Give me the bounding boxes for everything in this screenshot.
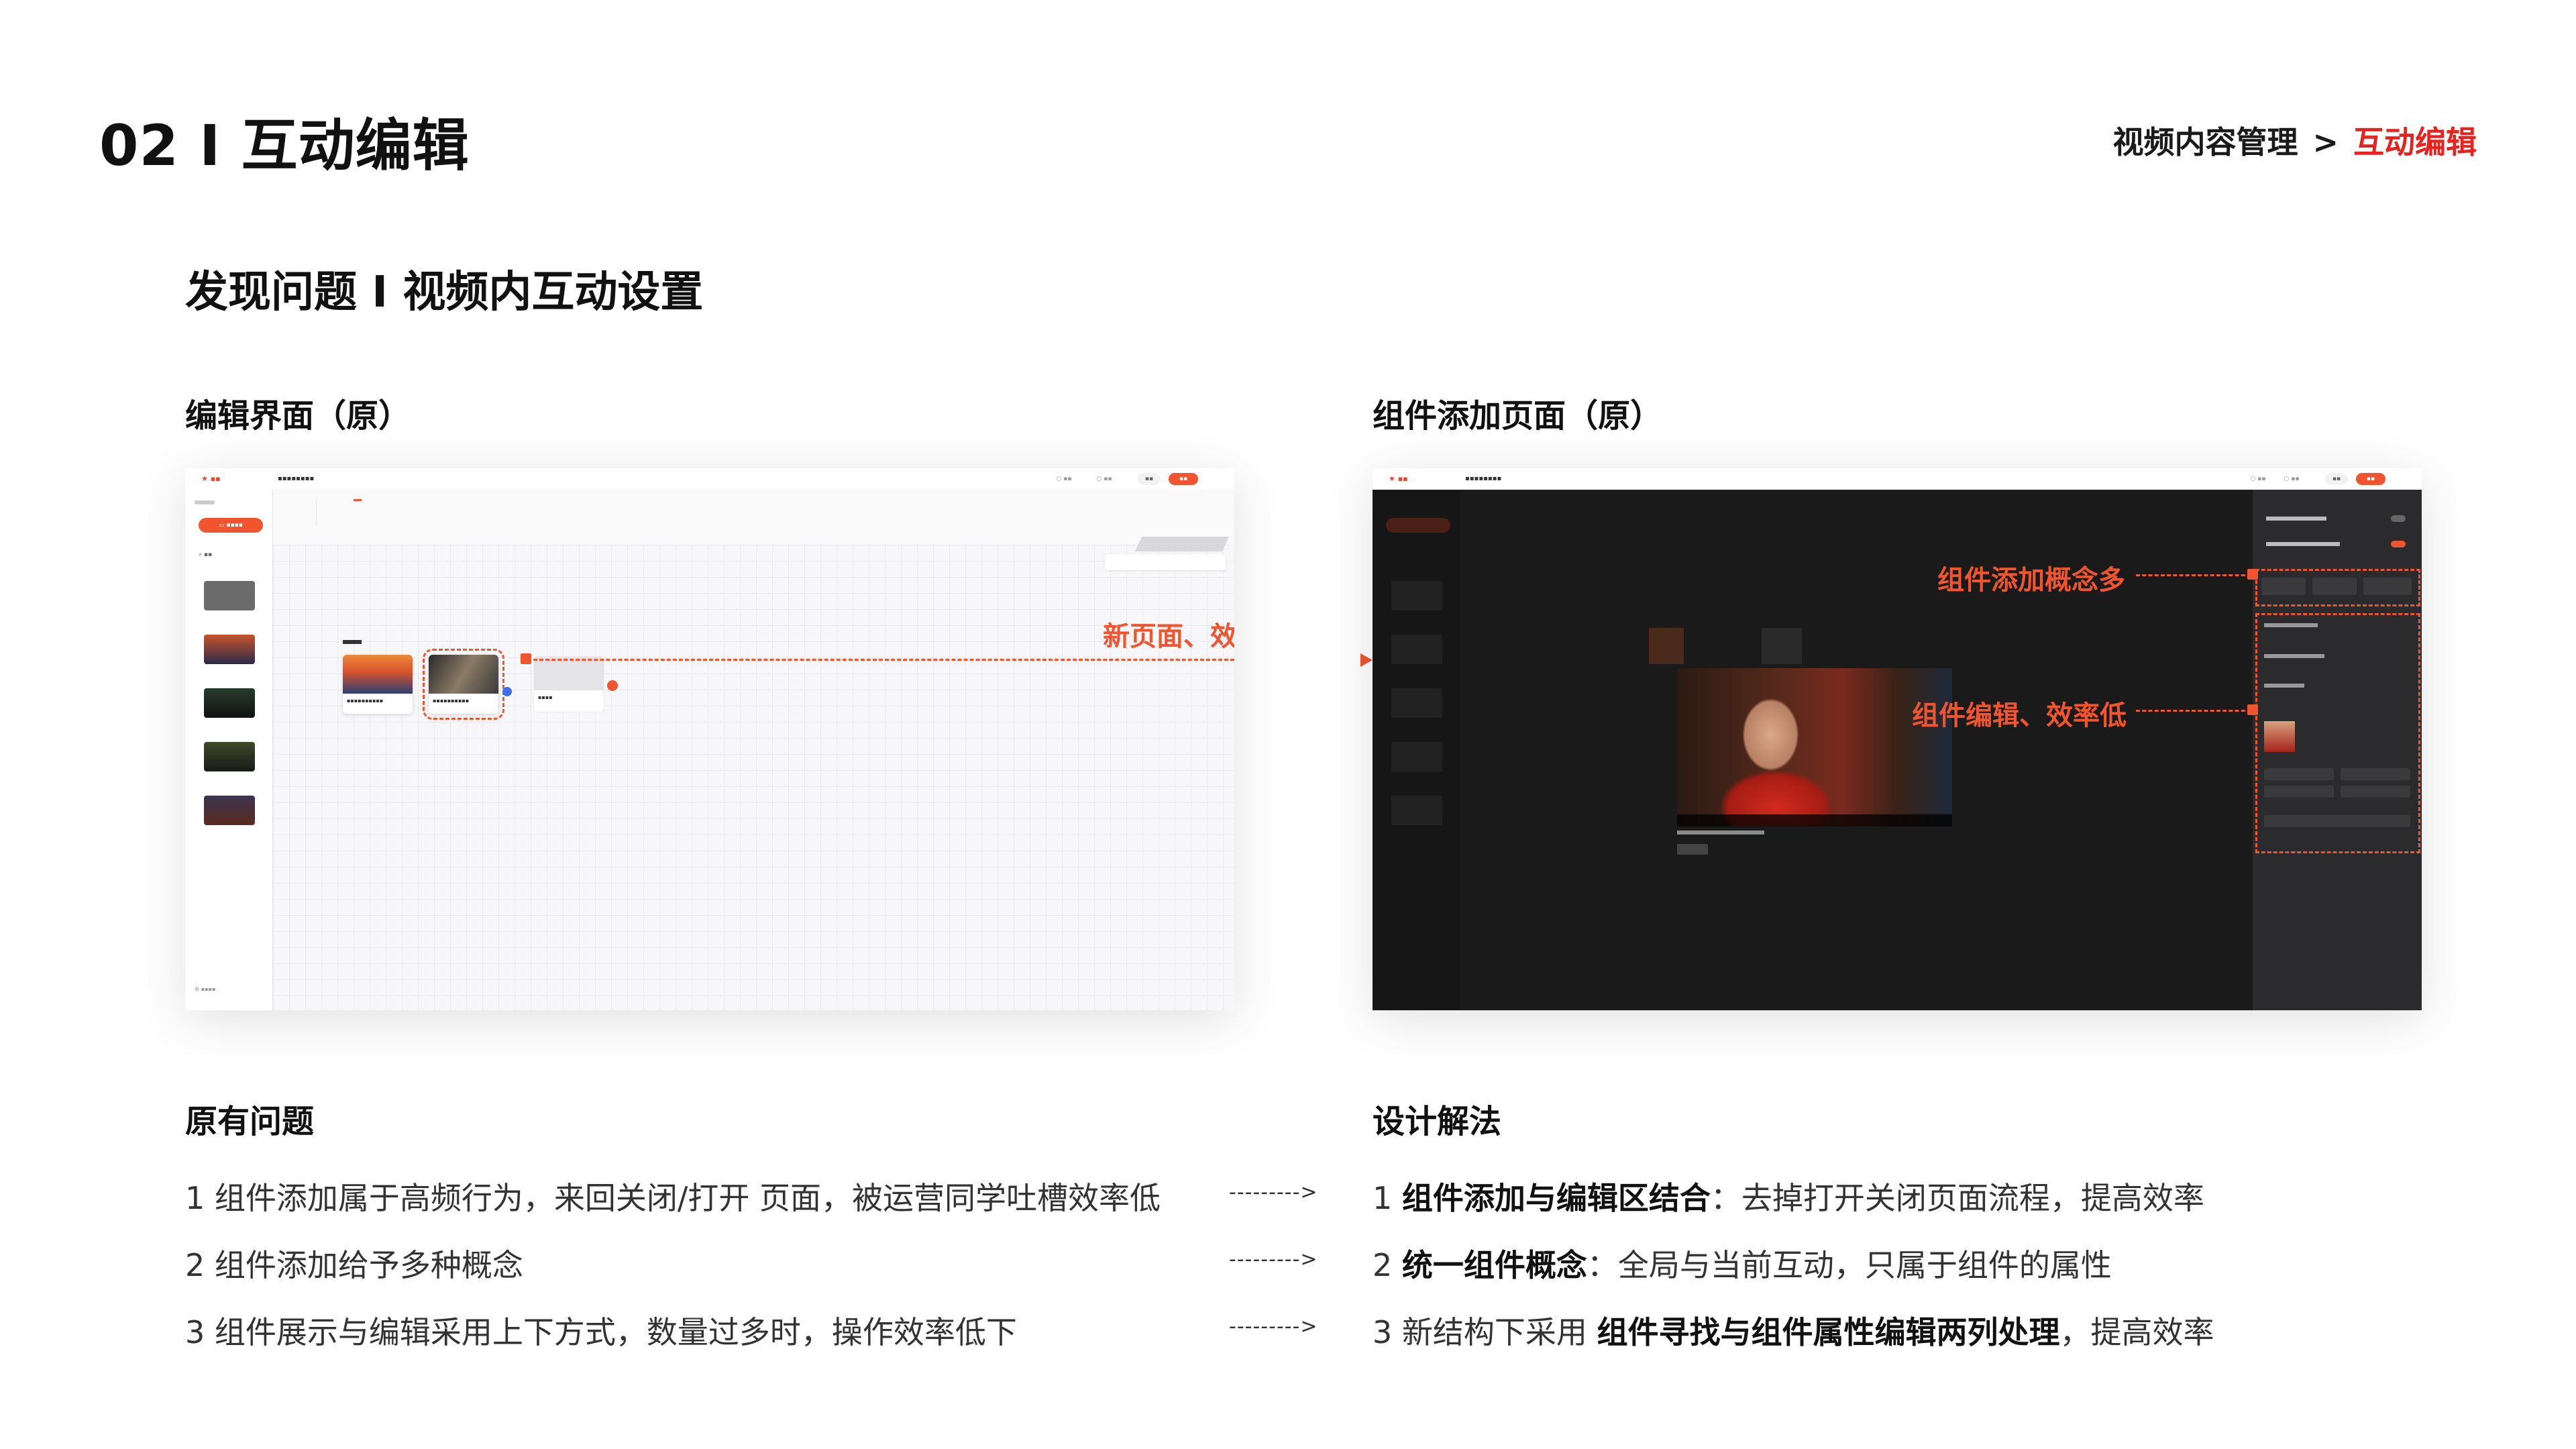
annotation-dashed-line — [2136, 574, 2251, 576]
mock-component-panel — [2253, 490, 2422, 1010]
solution-emphasis: 组件添加与编辑区结合 — [1401, 1180, 1711, 1216]
solution-item: 1 组件添加与编辑区结合：去掉打开关闭页面流程，提高效率 — [1373, 1174, 2204, 1218]
problems-title: 原有问题 — [185, 1103, 315, 1140]
mock-video-preview — [1677, 668, 1952, 826]
mock-toggle — [2391, 515, 2406, 522]
mock-topbar-btn-2: ○ ▪▪ — [2284, 476, 2300, 482]
annotation-anchor-marker — [2247, 704, 2258, 715]
page-title: 02 I 互动编辑 — [99, 113, 470, 178]
mock-video-thumb — [204, 796, 255, 825]
mock-sidebar: ▭ ▪▪▪▪ ⌕ ▪▪ ⚙ ▪▪▪▪ — [185, 490, 273, 1010]
annotation-new-page: 新页面、效率低 — [1103, 621, 1234, 652]
mock-stat — [293, 499, 317, 526]
mock-video-controls — [1677, 814, 1952, 826]
arrow-connector: ---------> — [1229, 1181, 1318, 1204]
mock-logo-icon: ★ ▪▪ — [1389, 474, 1408, 483]
solution-prefix: 1 — [1373, 1180, 1402, 1216]
mock-selected-node: ▪▪▪▪▪▪▪▪▪▪ — [423, 649, 504, 720]
mock-add-node-dot — [607, 680, 618, 691]
mock-app-name: ▪▪▪▪▪▪▪▪ — [278, 475, 315, 482]
mock-chapter-title — [343, 640, 362, 644]
mock-connector-dot — [502, 687, 512, 696]
mock-toggle — [2391, 541, 2406, 547]
solution-rest: ：全局与当前互动，只属于组件的属性 — [1587, 1247, 2112, 1283]
arrow-connector: ---------> — [1229, 1248, 1318, 1271]
mock-video-id — [1677, 830, 1764, 835]
solution-prefix: 2 — [1373, 1247, 1402, 1283]
mock-video-action — [1677, 844, 1708, 855]
mock-app-name: ▪▪▪▪▪▪▪▪ — [1465, 475, 1502, 482]
mock-topbar: ★ ▪▪ ▪▪▪▪▪▪▪▪ ○ ▪▪ ○ ▪▪ ▪▪ ▪▪ — [185, 468, 1234, 490]
annotation-anchor-marker — [2247, 569, 2258, 580]
solution-item: 2 统一组件概念：全局与当前互动，只属于组件的属性 — [1373, 1241, 2112, 1285]
mock-add-video-button: ▭ ▪▪▪▪ — [199, 518, 263, 533]
mock-topbar-btn-3: ▪▪ — [1138, 473, 1161, 485]
arrow-connector: ---------> — [1229, 1315, 1318, 1338]
mock-topbar-btn-1: ○ ▪▪ — [1056, 476, 1072, 482]
mock-component-thumb — [2264, 721, 2295, 752]
mock-topbar-btn-1: ○ ▪▪ — [2250, 476, 2266, 482]
mock-chapter-node: ▪▪▪▪▪▪▪▪▪▪ — [343, 655, 413, 714]
left-screenshot-label: 编辑界面（原） — [185, 397, 411, 435]
solution-rest: ，提高效率 — [2059, 1314, 2214, 1350]
mock-video-thumb — [204, 742, 255, 771]
mock-topbar-btn-4: ▪▪ — [1169, 473, 1198, 485]
problem-item: 2 组件添加给予多种概念 — [185, 1247, 523, 1283]
mock-logo-icon: ★ ▪▪ — [201, 474, 221, 483]
arrow-head-icon — [1360, 653, 1373, 667]
mock-video-thumb — [204, 635, 255, 664]
solutions-title: 设计解法 — [1373, 1103, 1502, 1140]
mock-corner-tab — [1134, 537, 1230, 551]
annotation-component-edit: 组件编辑、效率低 — [1912, 700, 2127, 731]
mock-settings-icon: ⚙ ▪▪▪▪ — [195, 986, 216, 992]
component-screenshot: ★ ▪▪ ▪▪▪▪▪▪▪▪ ○ ▪▪ ○ ▪▪ ▪▪ ▪▪ 组件添加概念多 组件… — [1373, 468, 2422, 1010]
mock-empty-node: ▪▪▪▪ — [533, 656, 604, 712]
breadcrumb: 视频内容管理 > 互动编辑 — [2112, 118, 2477, 162]
mock-topbar-btn-3: ▪▪ — [2325, 473, 2348, 485]
mock-dim-sidebar — [1373, 490, 1460, 1010]
annotation-dashed-line — [527, 659, 1234, 661]
mock-video-thumb — [204, 688, 255, 718]
section-title: 发现问题 I 视频内互动设置 — [185, 268, 704, 317]
solution-prefix: 3 新结构下采用 — [1373, 1314, 1597, 1350]
mock-topbar-btn-4: ▪▪ — [2356, 473, 2385, 485]
annotation-dashed-line — [2136, 710, 2251, 712]
mock-edit-box — [2255, 613, 2420, 853]
solution-emphasis: 组件寻找与组件属性编辑两列处理 — [1597, 1314, 2060, 1350]
editor-screenshot: ★ ▪▪ ▪▪▪▪▪▪▪▪ ○ ▪▪ ○ ▪▪ ▪▪ ▪▪ ▭ ▪▪▪▪ ⌕ ▪… — [185, 468, 1234, 1010]
annotation-component-concepts: 组件添加概念多 — [1937, 565, 2125, 596]
mock-search-icon: ⌕ ▪▪ — [199, 551, 213, 558]
mock-dim-node — [1649, 628, 1684, 664]
right-screenshot-label: 组件添加页面（原） — [1373, 397, 1663, 435]
annotation-anchor-marker — [521, 653, 531, 664]
mock-canvas: ▪▪▪▪▪▪▪▪▪▪ ▪▪▪▪▪▪▪▪▪▪ ▪▪▪▪ — [273, 537, 1234, 1010]
mock-video-thumb — [204, 581, 255, 610]
mock-dim-node — [1762, 628, 1802, 664]
mock-side-heading — [195, 500, 215, 504]
problem-item: 3 组件展示与编辑采用上下方式，数量过多时，操作效率低下 — [185, 1314, 1017, 1350]
solution-item: 3 新结构下采用 组件寻找与组件属性编辑两列处理，提高效率 — [1373, 1308, 2214, 1352]
mock-top-panel — [273, 490, 1234, 545]
breadcrumb-separator: > — [2312, 124, 2339, 160]
breadcrumb-current: 互动编辑 — [2353, 124, 2477, 160]
solution-emphasis: 统一组件概念 — [1401, 1247, 1587, 1283]
solution-rest: ：去掉打开关闭页面流程，提高效率 — [1710, 1180, 2204, 1216]
problem-item: 1 组件添加属于高频行为，来回关闭/打开 页面，被运营同学吐槽效率低 — [185, 1180, 1161, 1216]
breadcrumb-parent[interactable]: 视频内容管理 — [2112, 118, 2298, 162]
mock-add-buttons-box — [2255, 569, 2420, 606]
mock-tab-indicator — [354, 499, 362, 501]
mock-zoom-control — [1105, 554, 1226, 570]
mock-topbar-btn-2: ○ ▪▪ — [1096, 476, 1112, 482]
mock-topbar: ★ ▪▪ ▪▪▪▪▪▪▪▪ ○ ▪▪ ○ ▪▪ ▪▪ ▪▪ — [1373, 468, 2422, 490]
